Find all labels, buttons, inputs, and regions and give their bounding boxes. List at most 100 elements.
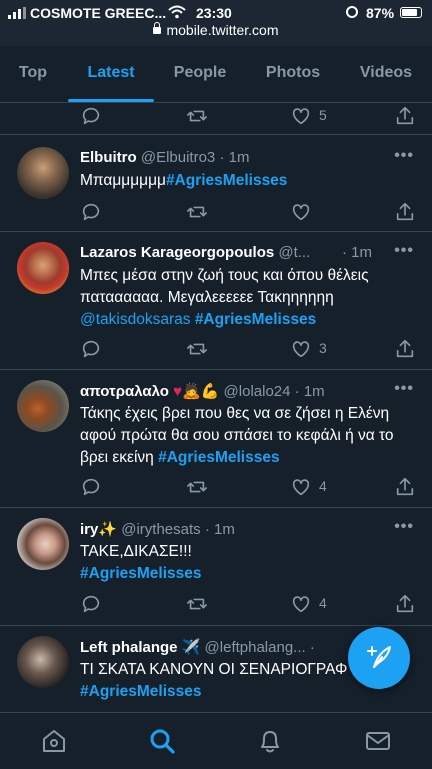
- name-emoji: ✈️: [181, 639, 201, 656]
- avatar[interactable]: [17, 242, 69, 294]
- author-name[interactable]: Lazaros Karageorgopoulos: [80, 244, 274, 261]
- tweet-actions: 5: [80, 105, 416, 127]
- more-options-button[interactable]: •••: [394, 518, 414, 536]
- like-count: 3: [319, 340, 327, 356]
- author-handle[interactable]: @lolalo24: [224, 383, 291, 400]
- tweet[interactable]: Lazaros Karageorgopoulos @t... · 1m ••• …: [0, 232, 432, 370]
- wifi-icon: [168, 5, 186, 19]
- search-icon[interactable]: [148, 727, 176, 755]
- share-icon: [396, 106, 414, 125]
- hashtag-link[interactable]: #AgriesMelisses: [195, 311, 317, 328]
- retweet-icon: [187, 343, 207, 355]
- compose-tweet-icon: [367, 646, 391, 668]
- share-icon: [396, 477, 414, 496]
- active-tab-indicator: [68, 99, 154, 102]
- retweet-icon: [187, 206, 207, 218]
- tweet-time[interactable]: 1m: [229, 149, 250, 166]
- author-handle[interactable]: @irythesats: [121, 521, 200, 538]
- more-options-button[interactable]: •••: [394, 380, 414, 398]
- search-tabs: Top Latest People Photos Videos: [0, 46, 432, 103]
- clock: 23:30: [196, 5, 232, 21]
- retweet-icon: [187, 481, 207, 493]
- rotation-lock-icon: [346, 6, 358, 18]
- hashtag-link[interactable]: #AgriesMelisses: [158, 449, 280, 466]
- tweet[interactable]: αποτραλαλο ♥🙇💪 @lolalo24 · 1m ••• Τάκης …: [0, 370, 432, 508]
- tab-top[interactable]: Top: [8, 46, 58, 102]
- heart-icon: [292, 341, 310, 358]
- compose-tweet-button[interactable]: [348, 627, 410, 689]
- tab-videos[interactable]: Videos: [350, 46, 422, 102]
- reply-icon: [82, 107, 100, 125]
- hashtag-link[interactable]: #AgriesMelisses: [166, 172, 288, 189]
- reply-icon: [82, 478, 100, 496]
- avatar[interactable]: [17, 380, 69, 432]
- hashtag-link[interactable]: #AgriesMelisses: [80, 565, 202, 582]
- tweet-header: αποτραλαλο ♥🙇💪 @lolalo24 · 1m: [80, 383, 325, 400]
- heart-icon: [292, 479, 310, 496]
- author-handle[interactable]: @t...: [278, 244, 310, 261]
- reply-icon: [82, 340, 100, 358]
- avatar[interactable]: [17, 147, 69, 199]
- carrier-name: COSMOTE GREEC...: [30, 5, 167, 21]
- messages-icon[interactable]: [364, 727, 392, 755]
- avatar[interactable]: [17, 518, 69, 570]
- page-url: mobile.twitter.com: [166, 22, 279, 38]
- tweet-text: ΤΑΚΕ,ΔΙΚΑΣΕ!!! #AgriesMelisses: [80, 543, 202, 582]
- author-name[interactable]: iry: [80, 521, 98, 538]
- tweet-header: Elbuitro @Elbuitro3 · 1m: [80, 149, 250, 166]
- tweet-time[interactable]: 1m: [304, 383, 325, 400]
- author-name[interactable]: αποτραλαλο: [80, 383, 169, 400]
- tweet[interactable]: Elbuitro @Elbuitro3 · 1m ••• Μπαμμμμμμ#A…: [0, 135, 432, 232]
- retweet-icon: [187, 110, 207, 122]
- reply-icon: [82, 203, 100, 221]
- like-count: 5: [319, 107, 327, 123]
- author-name[interactable]: Left phalange: [80, 639, 178, 656]
- tab-people[interactable]: People: [166, 46, 234, 102]
- battery-icon: [400, 7, 422, 18]
- heart-icon: [292, 596, 310, 613]
- tweet-meta: · 1m: [342, 244, 373, 261]
- more-options-button[interactable]: •••: [394, 242, 414, 260]
- share-icon: [396, 202, 414, 221]
- mention-link[interactable]: @takisdoksaras: [80, 311, 191, 328]
- tweet-actions: 4: [80, 476, 416, 498]
- signal-icon: [8, 7, 28, 19]
- status-bar: COSMOTE GREEC... 23:30 87% mobile.twitte…: [0, 0, 432, 46]
- tab-latest[interactable]: Latest: [70, 46, 152, 102]
- tweet-time[interactable]: 1m: [351, 244, 372, 261]
- home-icon[interactable]: [40, 727, 68, 755]
- tweet-text: Τάκης έχεις βρει που θες να σε ζήσει η Ε…: [80, 405, 394, 466]
- author-name[interactable]: Elbuitro: [80, 149, 137, 166]
- tweet-actions: 3: [80, 338, 416, 360]
- tweet-header: Lazaros Karageorgopoulos @t...: [80, 244, 348, 261]
- heart-icon: [292, 204, 310, 221]
- share-icon: [396, 339, 414, 358]
- author-handle[interactable]: @leftphalang...: [205, 639, 306, 656]
- tweet-text: Μπαμμμμμμ#AgriesMelisses: [80, 172, 288, 189]
- tweet-header: iry✨ @irythesats · 1m: [80, 521, 235, 538]
- tweet-header: Left phalange ✈️ @leftphalang... ·: [80, 639, 315, 656]
- tweet[interactable]: iry✨ @irythesats · 1m ••• ΤΑΚΕ,ΔΙΚΑΣΕ!!!…: [0, 508, 432, 626]
- name-emoji: ✨: [98, 521, 118, 538]
- tweet-actions: 4: [80, 593, 416, 615]
- like-count: 4: [319, 478, 327, 494]
- share-icon: [396, 594, 414, 613]
- tweet-text: Μπες μέσα στην ζωή τους και όπου θέλεις …: [80, 267, 369, 328]
- reply-icon: [82, 595, 100, 613]
- bottom-navigation: [0, 712, 432, 769]
- tab-photos[interactable]: Photos: [254, 46, 332, 102]
- more-options-button[interactable]: •••: [394, 147, 414, 165]
- hashtag-link[interactable]: #AgriesMelisses: [80, 683, 202, 700]
- tweet-partial[interactable]: 5: [0, 103, 432, 135]
- padlock-icon: [153, 22, 162, 34]
- retweet-icon: [187, 598, 207, 610]
- author-handle[interactable]: @Elbuitro3: [141, 149, 215, 166]
- heart-icon: [292, 108, 310, 125]
- notifications-icon[interactable]: [256, 727, 284, 755]
- battery-percent: 87%: [366, 5, 395, 21]
- tweet-actions: [80, 201, 416, 223]
- avatar[interactable]: [17, 636, 69, 688]
- name-emoji: ♥🙇💪: [173, 383, 220, 400]
- tweet-time[interactable]: 1m: [214, 521, 235, 538]
- address-bar[interactable]: mobile.twitter.com: [0, 22, 432, 38]
